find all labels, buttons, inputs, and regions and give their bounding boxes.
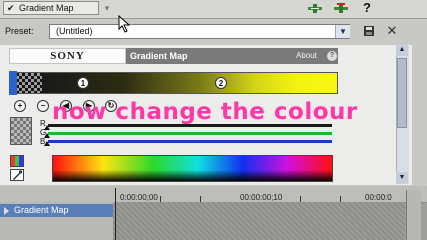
gradient-marker-2[interactable]: 2 [215,77,227,89]
expand-track-icon[interactable] [4,207,9,215]
checkmark-icon[interactable]: ✔ [7,3,16,13]
red-slider-handle[interactable] [44,125,50,130]
timecode-end: 00:00:0 [365,193,392,202]
color-mode-icon[interactable] [10,155,24,167]
gradient-start-handle[interactable] [9,71,17,95]
green-channel-slider[interactable] [48,132,332,135]
plugin-title: Gradient Map [130,51,188,61]
blue-slider-handle[interactable] [44,141,50,146]
sony-logo: SONY [9,48,126,64]
about-help-icon[interactable]: ? [327,51,337,61]
add-plugin-icon[interactable] [307,2,323,15]
video-caption: now change the colour [52,99,358,125]
preset-label: Preset: [5,26,34,36]
keyframe-lane[interactable] [113,202,405,240]
chevron-down-icon[interactable]: ▼ [335,25,350,38]
gradient-fill [10,73,337,93]
timeline-ruler[interactable] [0,186,427,203]
remove-plugin-icon[interactable] [333,2,349,15]
delete-preset-icon[interactable]: ✕ [385,24,399,38]
color-spectrum-picker[interactable] [52,155,333,182]
effect-chip-gradient-map[interactable]: ✔ Gradient Map [3,1,99,15]
gradient-marker-1[interactable]: 1 [77,77,89,89]
timecode-start: 0:00:00;00 [120,193,158,202]
preset-select[interactable]: (Untitled) [49,24,350,39]
effect-chip-label: Gradient Map [19,3,74,13]
timeline-scrollbar[interactable] [406,190,421,240]
blue-channel-slider[interactable] [48,140,332,143]
track-label: Gradient Map [14,205,69,215]
scrollbar-thumb[interactable] [397,58,407,128]
add-marker-button[interactable]: + [14,100,26,112]
color-swatch[interactable] [10,117,32,145]
mouse-cursor-icon [118,14,132,33]
eyedropper-icon[interactable] [10,169,24,181]
timecode-mid: 00:00:00;10 [240,193,283,202]
scroll-down-icon[interactable]: ▼ [396,172,408,184]
help-icon[interactable]: ? [360,0,374,16]
remove-marker-button[interactable]: − [37,100,49,112]
green-slider-handle[interactable] [44,133,50,138]
playhead[interactable] [115,188,116,240]
chevron-down-icon[interactable]: ▾ [101,2,113,14]
save-preset-icon[interactable] [362,25,376,38]
gradient-editor[interactable] [9,72,338,94]
scroll-up-icon[interactable]: ▲ [396,44,408,56]
about-link[interactable]: About [296,48,317,64]
